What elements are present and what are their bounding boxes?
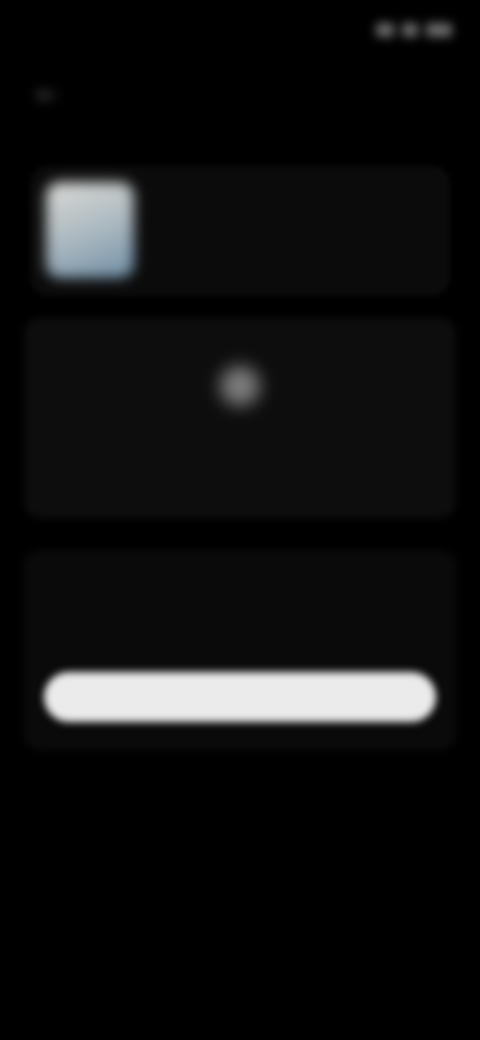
app-developer bbox=[154, 210, 354, 232]
status-time bbox=[30, 16, 110, 42]
app-name bbox=[154, 184, 414, 210]
section-heading bbox=[54, 568, 234, 594]
info-icon bbox=[220, 366, 260, 406]
header: ← bbox=[0, 60, 480, 116]
section-subtext bbox=[62, 618, 152, 640]
arrow-left-icon: ← bbox=[32, 74, 62, 107]
status-bar bbox=[0, 0, 480, 60]
battery-icon bbox=[426, 23, 452, 37]
status-icons bbox=[352, 18, 452, 42]
info-title bbox=[120, 428, 360, 452]
primary-button[interactable] bbox=[44, 672, 436, 722]
info-text bbox=[60, 460, 420, 484]
back-button[interactable]: ← bbox=[22, 66, 72, 116]
app-meta bbox=[154, 244, 394, 266]
app-card[interactable] bbox=[30, 166, 450, 296]
signal-icon bbox=[376, 23, 394, 37]
page-title bbox=[150, 74, 350, 104]
info-card bbox=[24, 318, 456, 518]
wifi-icon bbox=[402, 23, 418, 37]
app-icon bbox=[46, 182, 134, 278]
